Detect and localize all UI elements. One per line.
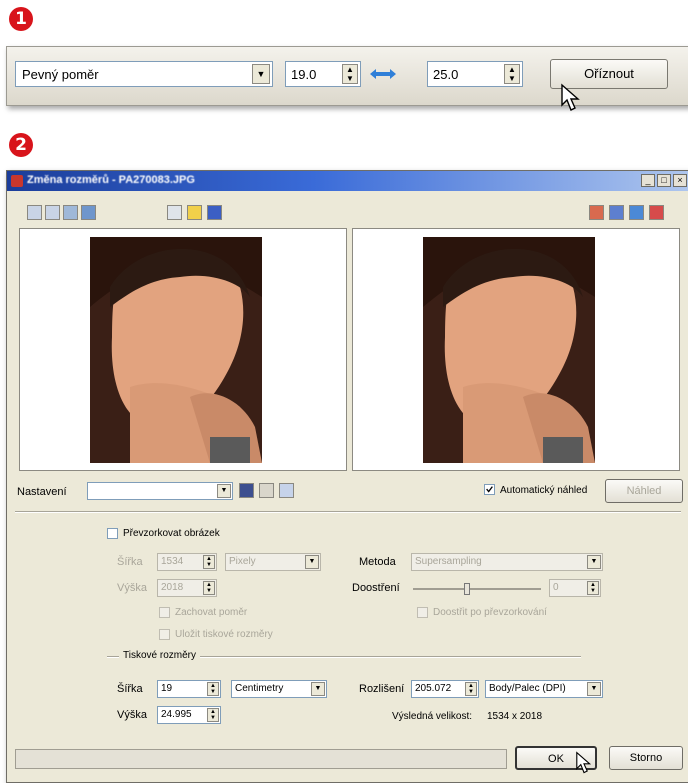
- aspect-mode-select[interactable]: Pevný poměr ▼: [15, 61, 273, 87]
- keep-print-size-label: Uložit tiskové rozměry: [175, 629, 273, 640]
- spinner[interactable]: ▲ ▼: [203, 581, 215, 595]
- spinner[interactable]: ▲ ▼: [207, 682, 219, 696]
- zoom-out-icon[interactable]: [45, 205, 60, 220]
- sharpen-input[interactable]: 0 ▲ ▼: [549, 579, 601, 597]
- spinner[interactable]: ▲ ▼: [587, 581, 599, 595]
- fit-window-icon[interactable]: [63, 205, 78, 220]
- print-width-label: Šířka: [117, 683, 143, 695]
- resolution-label: Rozlišení: [359, 683, 405, 695]
- single-view-icon[interactable]: [629, 205, 644, 220]
- method-select[interactable]: Supersampling ▼: [411, 553, 603, 571]
- preview-toggle-icon[interactable]: [167, 205, 182, 220]
- auto-preview-label: Automatický náhled: [500, 485, 588, 496]
- result-preview: [352, 228, 680, 471]
- crop-width-input[interactable]: 19.0 ▲ ▼: [285, 61, 361, 87]
- resize-dialog: Změna rozměrů - PA270083.JPG _ □ × Nasta…: [6, 170, 688, 783]
- keep-print-size-checkbox[interactable]: [159, 629, 170, 640]
- save-preset-icon[interactable]: [239, 483, 254, 498]
- resample-width-value: 1534: [161, 556, 184, 567]
- auto-preview-checkbox[interactable]: [484, 484, 495, 495]
- resolution-unit-value: Body/Palec (DPI): [489, 683, 566, 694]
- zoom-in-icon[interactable]: [27, 205, 42, 220]
- sharpen-value: 0: [553, 582, 559, 593]
- chevron-down-icon[interactable]: ▼: [587, 555, 601, 569]
- resample-unit-select[interactable]: Pixely ▼: [225, 553, 321, 571]
- settings-label: Nastavení: [17, 486, 67, 498]
- horizontal-split-icon[interactable]: [609, 205, 624, 220]
- crop-height-value: 25.0: [433, 67, 459, 82]
- chevron-down-icon[interactable]: ▼: [587, 682, 601, 696]
- result-size-value: 1534 x 2018: [487, 711, 543, 722]
- dialog-title: Změna rozměrů - PA270083.JPG: [27, 174, 195, 186]
- resolution-input[interactable]: 205.072 ▲ ▼: [411, 680, 479, 698]
- resample-width-label: Šířka: [117, 556, 143, 568]
- undo-icon[interactable]: [279, 483, 294, 498]
- original-preview: [19, 228, 347, 471]
- method-label: Metoda: [359, 556, 396, 568]
- mouse-cursor-icon: [576, 751, 592, 774]
- crop-toolbar: Pevný poměr ▼ 19.0 ▲ ▼ 25.0 ▲ ▼ Oříznout: [6, 46, 688, 111]
- mouse-cursor-icon: [561, 83, 580, 111]
- preview-button[interactable]: Náhled: [605, 479, 683, 503]
- resample-unit-value: Pixely: [229, 556, 256, 567]
- original-photo-image: [90, 237, 262, 463]
- keep-ratio-checkbox[interactable]: [159, 607, 170, 618]
- spinner[interactable]: ▲ ▼: [465, 682, 477, 696]
- maximize-button[interactable]: □: [657, 174, 671, 187]
- resample-width-input[interactable]: 1534 ▲ ▼: [157, 553, 217, 571]
- resolution-unit-select[interactable]: Body/Palec (DPI) ▼: [485, 680, 603, 698]
- step-1-badge: 1: [9, 7, 33, 31]
- swap-dimensions-icon[interactable]: [368, 67, 398, 81]
- split-view-icon[interactable]: [589, 205, 604, 220]
- progress-bar: [15, 749, 507, 769]
- keep-ratio-label: Zachovat poměr: [175, 607, 248, 618]
- resample-label: Převzorkovat obrázek: [123, 528, 220, 539]
- cancel-button[interactable]: Storno: [609, 746, 683, 770]
- chevron-down-icon[interactable]: ▼: [252, 64, 270, 84]
- spinner[interactable]: ▲ ▼: [207, 708, 219, 722]
- height-spinner[interactable]: ▲ ▼: [504, 64, 520, 84]
- chevron-down-icon[interactable]: ▼: [217, 484, 231, 498]
- chevron-down-icon[interactable]: ▼: [311, 682, 325, 696]
- method-value: Supersampling: [415, 556, 482, 567]
- result-photo-image: [423, 237, 595, 463]
- sharpen-slider[interactable]: [413, 583, 541, 595]
- resample-height-value: 2018: [161, 582, 184, 593]
- width-spinner[interactable]: ▲ ▼: [342, 64, 358, 84]
- print-height-value: 24.995: [161, 709, 192, 720]
- sharpen-label: Doostření: [352, 582, 400, 594]
- spinner[interactable]: ▲ ▼: [203, 555, 215, 569]
- print-unit-select[interactable]: Centimetry ▼: [231, 680, 327, 698]
- minimize-button[interactable]: _: [641, 174, 655, 187]
- sharpen-after-label: Doostřit po převzorkování: [433, 607, 547, 618]
- resample-height-label: Výška: [117, 582, 147, 594]
- print-height-input[interactable]: 24.995 ▲ ▼: [157, 706, 221, 724]
- info-icon[interactable]: [207, 205, 222, 220]
- slider-thumb[interactable]: [464, 583, 470, 595]
- actual-size-icon[interactable]: [81, 205, 96, 220]
- crop-width-value: 19.0: [291, 67, 317, 82]
- resample-checkbox[interactable]: [107, 528, 118, 539]
- folder-icon[interactable]: [187, 205, 202, 220]
- app-icon: [11, 175, 23, 187]
- print-height-label: Výška: [117, 709, 147, 721]
- print-width-input[interactable]: 19 ▲ ▼: [157, 680, 221, 698]
- close-button[interactable]: ×: [673, 174, 687, 187]
- result-size-label: Výsledná velikost:: [392, 711, 473, 722]
- compare-icon[interactable]: [649, 205, 664, 220]
- print-width-value: 19: [161, 683, 173, 694]
- sharpen-after-checkbox[interactable]: [417, 607, 428, 618]
- print-size-legend: Tiskové rozměry: [119, 650, 200, 661]
- resolution-value: 205.072: [415, 683, 452, 694]
- dialog-titlebar: Změna rozměrů - PA270083.JPG _ □ ×: [7, 171, 688, 191]
- print-unit-value: Centimetry: [235, 683, 284, 694]
- divider: [15, 511, 681, 513]
- chevron-down-icon[interactable]: ▼: [305, 555, 319, 569]
- settings-select[interactable]: ▼: [87, 482, 233, 500]
- aspect-mode-value: Pevný poměr: [22, 67, 99, 82]
- step-2-badge: 2: [9, 133, 33, 157]
- resample-height-input[interactable]: 2018 ▲ ▼: [157, 579, 217, 597]
- delete-preset-icon[interactable]: [259, 483, 274, 498]
- crop-height-input[interactable]: 25.0 ▲ ▼: [427, 61, 523, 87]
